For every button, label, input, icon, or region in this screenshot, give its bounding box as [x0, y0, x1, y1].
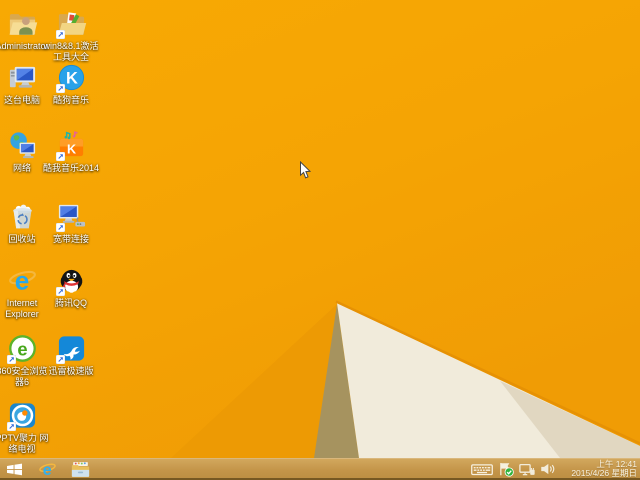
shortcut-arrow-icon: [55, 84, 65, 93]
xunlei-speed-icon: [55, 333, 87, 364]
administrator-icon: [7, 8, 38, 39]
taskbar-button-internet-explorer[interactable]: e: [33, 458, 61, 480]
clock-date: 2015/4/26 星期日: [571, 468, 637, 478]
desktop-icon-win8-activation-tools[interactable]: win8&8.1激活工具大全: [42, 8, 100, 62]
shortcut-arrow-icon: [6, 422, 16, 431]
taskbar: e 上午 12:41 2015/4/26 星期日: [0, 458, 640, 480]
taskbar-button-file-explorer[interactable]: [66, 458, 94, 480]
tencent-qq-icon: [55, 265, 87, 296]
shortcut-arrow-icon: [6, 355, 16, 364]
desktop-icon-xunlei-speed[interactable]: 迅雷极速版: [42, 333, 100, 377]
tray-icons: [471, 458, 555, 480]
desktop-icon-label: 迅雷极速版: [48, 366, 94, 376]
network-icon: [7, 130, 38, 161]
desktop-icon-label: 腾讯QQ: [54, 298, 87, 308]
tray-volume-icon[interactable]: [540, 458, 555, 480]
tray-touch-keyboard-icon[interactable]: [471, 458, 493, 480]
win8-activation-tools-icon: [55, 8, 87, 39]
desktop-icon-label: 网络: [12, 163, 31, 173]
desktop-icon-pptv[interactable]: PPTV聚力 网络电视: [0, 400, 51, 454]
pptv-icon: [6, 400, 38, 431]
shortcut-arrow-icon: [55, 30, 65, 39]
desktop-icon-label: 酷狗音乐: [52, 95, 89, 105]
system-tray: 上午 12:41 2015/4/26 星期日: [471, 458, 640, 480]
desktop-icon-label: 这台电脑: [3, 95, 40, 105]
desktop-icon-kuwo-music-2014[interactable]: K 酷我音乐2014: [42, 130, 100, 174]
shortcut-arrow-icon: [55, 152, 65, 161]
taskbar-clock[interactable]: 上午 12:41 2015/4/26 星期日: [565, 459, 637, 479]
this-pc-icon: [7, 62, 38, 93]
svg-text:e: e: [42, 461, 51, 479]
desktop-icon-label: 回收站: [8, 234, 36, 244]
file-explorer-icon: [71, 461, 90, 478]
windows-logo-icon: [6, 462, 23, 477]
svg-text:e: e: [14, 266, 29, 296]
tray-action-center-icon[interactable]: [498, 458, 514, 480]
tray-network-status-icon[interactable]: [519, 458, 535, 480]
desktop[interactable]: Administrator win8&8.1激活工具大全 这台电脑 K 酷狗音乐 网络 K 酷…: [0, 0, 640, 458]
desktop-icon-broadband-connection[interactable]: 宽带连接: [42, 201, 100, 245]
svg-text:K: K: [66, 142, 75, 156]
internet-explorer-icon: e: [7, 265, 38, 296]
shortcut-arrow-icon: [55, 223, 65, 232]
kugou-music-icon: K: [55, 62, 87, 93]
kuwo-music-2014-icon: K: [55, 130, 87, 161]
broadband-connection-icon: [55, 201, 87, 232]
desktop-icon-label: win8&8.1激活工具大全: [43, 41, 99, 62]
recycle-bin-icon: [7, 201, 38, 232]
start-button[interactable]: [0, 458, 28, 480]
svg-text:e: e: [17, 338, 27, 359]
shortcut-arrow-icon: [55, 355, 65, 364]
desktop-icon-label: 酷我音乐2014: [42, 163, 100, 173]
360-safe-browser-6-icon: e: [6, 333, 38, 364]
desktop-icon-tencent-qq[interactable]: 腾讯QQ: [42, 265, 100, 309]
shortcut-arrow-icon: [55, 287, 65, 296]
windows-81-desktop-screen: Administrator win8&8.1激活工具大全 这台电脑 K 酷狗音乐 网络 K 酷…: [0, 0, 640, 480]
desktop-icon-label: 宽带连接: [52, 234, 89, 244]
ie-small-icon: e: [38, 460, 57, 479]
svg-text:K: K: [66, 69, 78, 87]
taskbar-buttons: e: [0, 458, 94, 480]
desktop-icon-label: PPTV聚力 网络电视: [0, 433, 49, 454]
desktop-icon-kugou-music[interactable]: K 酷狗音乐: [42, 62, 100, 106]
